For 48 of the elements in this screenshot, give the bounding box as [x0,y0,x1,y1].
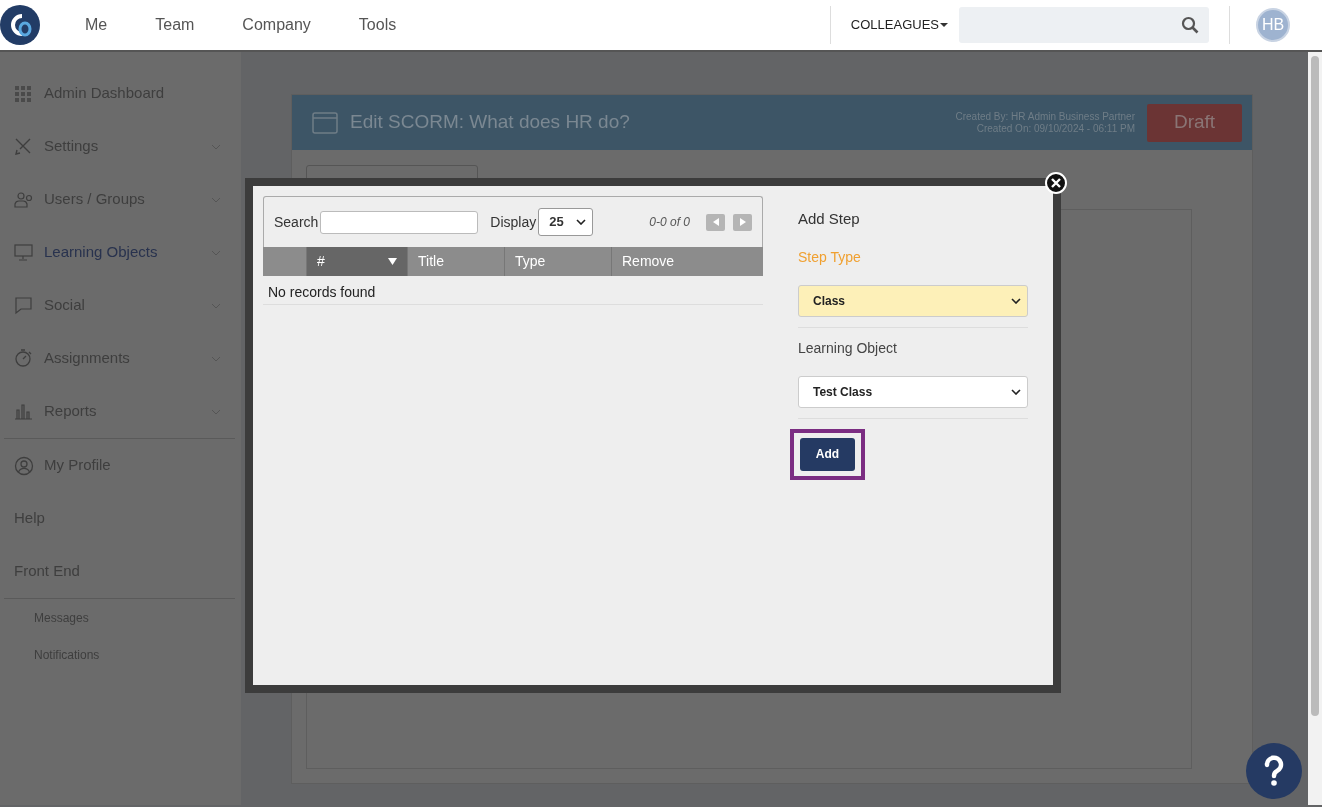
previous-button[interactable] [706,213,725,231]
sidebar-icon [14,401,34,422]
sidebar-icon [14,455,34,476]
select-field[interactable]: Class [798,284,1028,317]
column-header[interactable]: Title [407,247,504,276]
display-label: Display [490,212,537,232]
search-icon [1181,16,1199,34]
add-button[interactable]: Add [800,437,855,471]
empty-message: No records found [263,276,763,305]
sort-icon [388,258,397,265]
sidebar-icon [14,242,34,263]
form-heading: Add Step [798,209,861,229]
colleagues-dropdown[interactable]: COLLEAGUES [830,15,959,35]
search-label: Search [274,212,319,232]
column-header[interactable]: Remove [611,247,763,276]
select-field[interactable]: Test Class [798,375,1028,408]
sidebar-icon [14,348,34,369]
pager-text: 0-0 of 0 [649,214,690,231]
caret-icon [939,22,949,28]
chevron-icon [1011,297,1021,304]
column-header[interactable]: Type [504,247,611,276]
chevron-icon [1011,388,1021,395]
help-button[interactable] [1246,743,1302,799]
nav-link[interactable]: Team [155,13,195,37]
sidebar-icon [14,189,34,210]
status-button[interactable]: Draft [1147,103,1242,142]
sidebar-icon [14,295,34,316]
page-title: Edit SCORM: What does HR do? [350,110,630,135]
column-header[interactable]: # [306,247,407,276]
display-select[interactable]: 25 [538,208,594,236]
sidebar-icon [14,83,34,104]
next-button[interactable] [733,213,752,231]
nav-link[interactable]: Company [242,13,311,37]
chevron-icon [576,219,587,225]
nav-link[interactable]: Tools [358,13,397,37]
window-icon [312,111,338,134]
previous-icon [712,218,719,226]
question-icon [1262,755,1286,787]
close-icon[interactable] [1045,172,1067,194]
sidebar-item[interactable]: Learning Objects [0,226,241,279]
scrollbar[interactable] [1308,52,1322,805]
field-label: Learning Object [798,338,898,358]
search-field[interactable] [959,7,1209,43]
avatar[interactable]: HB [1256,8,1290,42]
next-icon [739,218,746,226]
search-input[interactable] [320,210,479,234]
nav-link[interactable]: Me [85,13,108,37]
field-label: Step Type [798,247,862,267]
